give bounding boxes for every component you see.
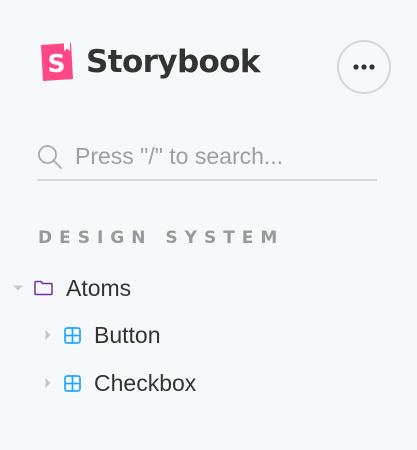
- storybook-logo-icon: S: [41, 43, 73, 81]
- ellipsis-icon: [353, 64, 375, 70]
- sidebar-menu-button[interactable]: [337, 40, 391, 94]
- storybook-sidebar: S Storybook DESIGN SYSTEM Atoms: [0, 0, 417, 450]
- search-icon: [38, 145, 62, 169]
- component-icon: [64, 374, 81, 392]
- tree-item-label: Button: [94, 322, 161, 348]
- caret-right-icon: [42, 366, 54, 400]
- component-icon: [64, 326, 81, 344]
- section-heading-design-system: DESIGN SYSTEM: [38, 228, 285, 248]
- storybook-brand-link[interactable]: S Storybook: [38, 42, 261, 82]
- tree-item-button[interactable]: Button: [42, 318, 161, 352]
- folder-icon: [34, 280, 53, 296]
- caret-down-icon: [12, 271, 24, 305]
- storybook-logo-letter: S: [47, 49, 65, 78]
- search-bar: [37, 132, 377, 181]
- caret-right-icon: [42, 318, 54, 352]
- tree-item-label: Atoms: [66, 275, 132, 301]
- tree-item-label: Checkbox: [94, 370, 197, 396]
- storybook-logo: S: [38, 42, 76, 82]
- brand-name: Storybook: [86, 44, 261, 80]
- tree-item-checkbox[interactable]: Checkbox: [42, 366, 196, 400]
- search-input[interactable]: [75, 136, 371, 176]
- tree-item-atoms[interactable]: Atoms: [12, 271, 131, 305]
